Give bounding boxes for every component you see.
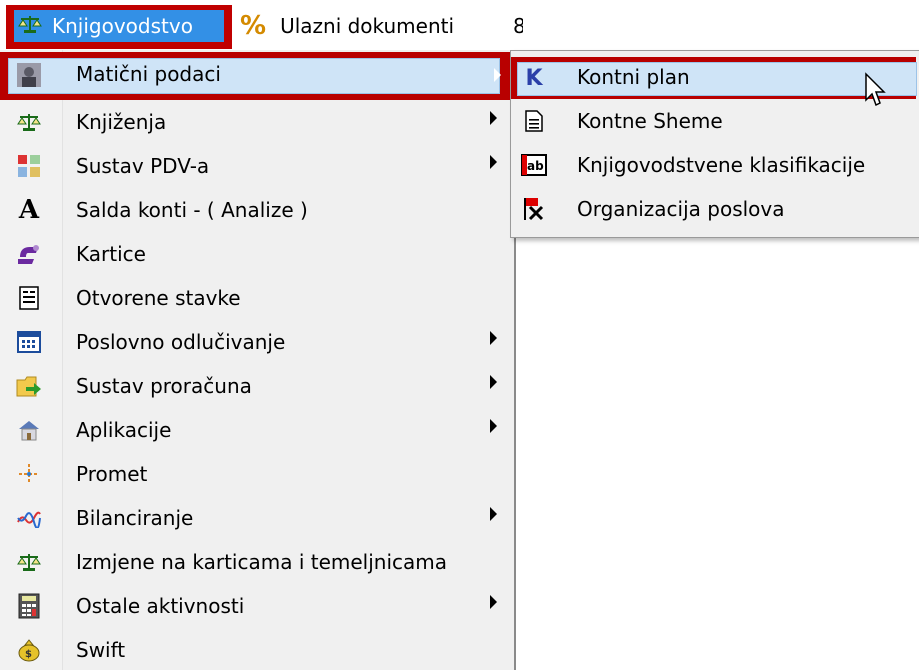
menu-item-promet[interactable]: Promet xyxy=(0,452,514,496)
calendar-grid-icon xyxy=(16,329,42,355)
menu-item-label: Kartice xyxy=(76,242,146,266)
submenu-item-organizacija-poslova[interactable]: Organizacija poslova xyxy=(511,187,916,231)
menu-item-label: Poslovno odlučivanje xyxy=(76,330,286,354)
svg-text:ab|: ab| xyxy=(527,159,547,173)
menu-item-sustav-pdv[interactable]: Sustav PDV-a xyxy=(0,144,514,188)
menu-item-label: Otvorene stavke xyxy=(76,286,241,310)
menu-item-label: Salda konti - ( Analize ) xyxy=(76,198,308,222)
menu-item-salda-konti[interactable]: A Salda konti - ( Analize ) xyxy=(0,188,514,232)
menu-item-izmjene-na-karticama[interactable]: Izmjene na karticama i temeljnicama xyxy=(0,540,514,584)
menu-item-kartice[interactable]: Kartice xyxy=(0,232,514,276)
menu-item-label: Bilanciranje xyxy=(76,506,194,530)
tax-icon xyxy=(16,153,42,179)
document-list-icon xyxy=(16,285,42,311)
document-icon xyxy=(521,108,547,134)
menu-item-maticni-podaci[interactable]: Matični podaci xyxy=(0,52,514,100)
menu-item-label: Matični podaci xyxy=(76,62,221,86)
menu-item-knjizenja[interactable]: Knjiženja xyxy=(0,100,514,144)
submenu-item-kontne-sheme[interactable]: Kontne Sheme xyxy=(511,99,916,143)
submenu-item-label: Kontne Sheme xyxy=(577,109,723,133)
maticni-podaci-submenu: K Kontni plan Kontne Sheme ab| Knjigovod… xyxy=(510,50,919,238)
wave-chart-icon xyxy=(16,505,42,531)
knjigovodstvo-dropdown: Matični podaci Knjiženja Sustav PDV-a A … xyxy=(0,50,516,670)
menu-item-ostale-aktivnosti[interactable]: Ostale aktivnosti xyxy=(0,584,514,628)
menu-item-label: Promet xyxy=(76,462,148,486)
menu-item-label: Izmjene na karticama i temeljnicama xyxy=(76,550,448,574)
menu-item-swift[interactable]: $ Swift xyxy=(0,628,514,672)
menu-ulazni-dokumenti-label: Ulazni dokumenti xyxy=(280,14,455,38)
menu-knjigovodstvo[interactable]: Knjigovodstvo xyxy=(6,5,232,49)
menu-item-aplikacije[interactable]: Aplikacije xyxy=(0,408,514,452)
menu-item-otvorene-stavke[interactable]: Otvorene stavke xyxy=(0,276,514,320)
submenu-arrow-icon xyxy=(494,68,501,82)
menu-knjigovodstvo-label: Knjigovodstvo xyxy=(52,14,193,38)
scales-icon xyxy=(16,109,42,135)
submenu-arrow-icon xyxy=(490,111,497,125)
menu-item-truncated[interactable]: 8 xyxy=(513,8,523,44)
scales-icon xyxy=(18,14,42,39)
submenu-item-kontni-plan[interactable]: K Kontni plan xyxy=(511,57,917,99)
mouse-pointer-icon xyxy=(865,72,886,107)
menu-ulazni-dokumenti[interactable]: % Ulazni dokumenti xyxy=(240,8,515,44)
letter-k-icon: K xyxy=(525,65,543,91)
letter-a-icon: A xyxy=(18,195,40,225)
submenu-arrow-icon xyxy=(490,595,497,609)
menu-item-label: Sustav PDV-a xyxy=(76,154,210,178)
submenu-item-knjigovodstvene-klasifikacije[interactable]: ab| Knjigovodstvene klasifikacije xyxy=(511,143,916,187)
flag-x-icon xyxy=(521,196,547,222)
abl-icon: ab| xyxy=(521,152,547,178)
menu-item-label: Knjiženja xyxy=(76,110,167,134)
menu-item-label: Ostale aktivnosti xyxy=(76,594,245,618)
submenu-arrow-icon xyxy=(490,419,497,433)
person-icon xyxy=(16,62,42,88)
submenu-arrow-icon xyxy=(490,331,497,345)
submenu-item-label: Kontni plan xyxy=(577,65,690,89)
menu-item-truncated-label: 8 xyxy=(513,14,523,38)
submenu-item-label: Knjigovodstvene klasifikacije xyxy=(577,153,866,177)
submenu-arrow-icon xyxy=(490,375,497,389)
menu-item-label: Sustav proračuna xyxy=(76,374,252,398)
svg-text:$: $ xyxy=(25,649,32,660)
menu-item-label: Aplikacije xyxy=(76,418,172,442)
folder-arrow-icon xyxy=(16,373,42,399)
percent-icon: % xyxy=(240,11,267,41)
house-icon xyxy=(16,417,42,443)
calculator-icon xyxy=(16,593,42,619)
menu-item-bilanciranje[interactable]: Bilanciranje xyxy=(0,496,514,540)
crossing-icon xyxy=(16,461,42,487)
cards-icon xyxy=(16,241,42,267)
menu-item-poslovno-odlucivanje[interactable]: Poslovno odlučivanje xyxy=(0,320,514,364)
money-bag-icon: $ xyxy=(16,637,42,663)
submenu-item-label: Organizacija poslova xyxy=(577,197,785,221)
menu-bar: Knjigovodstvo % Ulazni dokumenti 8 xyxy=(0,0,919,50)
scales-icon xyxy=(16,549,42,575)
menu-item-label: Swift xyxy=(76,638,126,662)
submenu-arrow-icon xyxy=(490,507,497,521)
menu-item-sustav-proracuna[interactable]: Sustav proračuna xyxy=(0,364,514,408)
submenu-arrow-icon xyxy=(490,155,497,169)
